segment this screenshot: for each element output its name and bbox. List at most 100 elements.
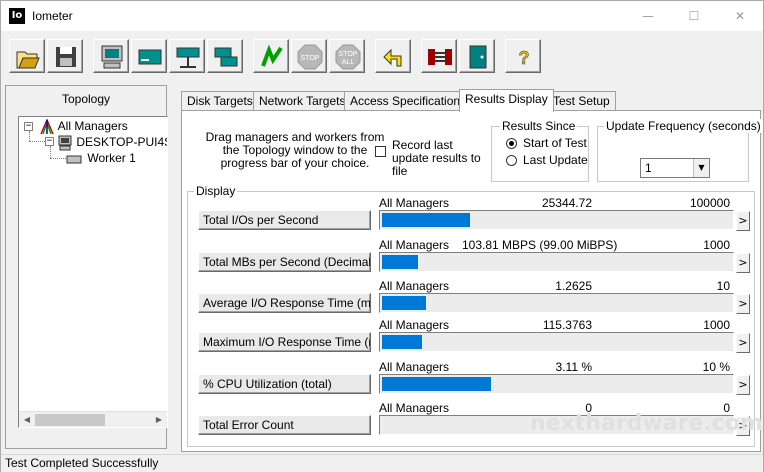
metric-progress-bar[interactable] [379, 332, 734, 352]
metric-progress-bar[interactable] [379, 252, 734, 272]
tab-disk-targets[interactable]: Disk Targets [181, 91, 259, 111]
stop-sign-icon: STOP [297, 44, 323, 70]
managers-icon [40, 117, 54, 135]
disconnect-icon [428, 49, 452, 65]
tab-test-setup[interactable]: Test Setup [547, 91, 616, 111]
minimize-button[interactable]: — [625, 1, 671, 31]
tab-results-display[interactable]: Results Display [459, 89, 554, 112]
update-frequency-title: Update Frequency (seconds) [604, 119, 763, 133]
metric-value: 3.11 % [555, 360, 592, 374]
tree-item-label: All Managers [57, 119, 128, 133]
stop-all-button[interactable]: STOP ALL [329, 39, 365, 73]
tree-item-manager[interactable]: DESKTOP-PUI4SC [57, 134, 167, 151]
metric-progress-bar[interactable] [379, 293, 734, 313]
metric-expand-button[interactable]: > [736, 333, 750, 353]
folder-open-icon [16, 51, 40, 69]
scroll-thumb[interactable] [35, 414, 105, 426]
metric-progress-fill [382, 377, 491, 391]
topology-horizontal-scrollbar[interactable]: ◀ ▶ [19, 411, 167, 427]
last-update-radio[interactable] [506, 155, 517, 166]
metric-source-label: All Managers [379, 196, 450, 210]
chevron-down-icon[interactable]: ▼ [693, 159, 709, 177]
scroll-left-icon[interactable]: ◀ [19, 412, 35, 427]
window-title: Iometer [32, 9, 73, 23]
quit-button[interactable] [459, 39, 495, 73]
metric-expand-button[interactable]: > [736, 294, 750, 314]
tree-collapse-toggle[interactable]: − [45, 137, 54, 146]
new-network-worker-button[interactable] [169, 39, 205, 73]
display-title: Display [194, 184, 238, 198]
maximize-button[interactable]: ☐ [671, 1, 717, 31]
about-button[interactable]: ? [505, 39, 541, 73]
reset-workers-button[interactable] [375, 39, 411, 73]
svg-text:STOP: STOP [301, 55, 320, 62]
new-disk-worker-button[interactable] [131, 39, 167, 73]
update-frequency-select[interactable]: 1 ▼ [640, 158, 710, 178]
disk-drive-icon [138, 49, 162, 65]
status-bar: Test Completed Successfully [1, 454, 763, 472]
svg-text:ALL: ALL [342, 59, 355, 66]
metric-value: 115.3763 [542, 318, 592, 332]
close-button[interactable]: ✕ [717, 1, 763, 31]
metric-progress-fill [382, 335, 422, 349]
tab-network-targets[interactable]: Network Targets [253, 91, 352, 111]
duplicate-worker-button[interactable] [207, 39, 243, 73]
metric-max: 10 % [702, 360, 730, 374]
drag-instructions: Drag managers and workers from the Topol… [205, 130, 385, 170]
exit-button[interactable] [421, 39, 457, 73]
start-tests-button[interactable] [253, 39, 289, 73]
metric-select-button[interactable]: Total Error Count [198, 415, 371, 435]
update-frequency-group: Update Frequency (seconds) 1 ▼ [597, 119, 763, 182]
manager-computer-icon [58, 135, 72, 151]
topology-panel: Topology − All Managers − DESKTOP-PUI4SC… [5, 85, 168, 449]
metric-source-label: All Managers [379, 318, 450, 332]
metric-value: 103.81 MBPS (99.00 MiBPS) [462, 238, 618, 252]
open-config-button[interactable] [9, 39, 45, 73]
metric-progress-bar[interactable] [379, 374, 734, 394]
results-since-title: Results Since [500, 119, 578, 133]
topology-tree[interactable]: − All Managers − DESKTOP-PUI4SC Worker 1… [18, 116, 168, 428]
metric-source-label: All Managers [379, 360, 450, 374]
metric-select-button[interactable]: Maximum I/O Response Time (ms) [198, 332, 371, 352]
tab-access-specifications[interactable]: Access Specifications [344, 91, 473, 111]
metric-select-button[interactable]: Total MBs per Second (Decimal) [198, 252, 371, 272]
update-frequency-value: 1 [645, 161, 652, 175]
help-question-icon: ? [518, 48, 530, 69]
metric-max: 1000 [703, 238, 730, 252]
metric-progress-bar[interactable] [379, 210, 734, 230]
new-worker-button[interactable] [93, 39, 129, 73]
metric-expand-button[interactable]: > [736, 253, 750, 273]
metric-select-button[interactable]: Total I/Os per Second [198, 210, 371, 230]
metric-select-button[interactable]: Average I/O Response Time (ms) [198, 293, 371, 313]
tree-item-all-managers[interactable]: All Managers [39, 117, 128, 135]
metric-source-label: All Managers [379, 238, 450, 252]
tree-item-label: DESKTOP-PUI4SC [76, 135, 167, 149]
reset-arrow-icon [383, 48, 402, 67]
computer-icon [101, 45, 123, 69]
svg-text:STOP: STOP [339, 51, 358, 58]
metric-max: 100000 [689, 196, 730, 210]
start-of-test-radio[interactable] [506, 138, 517, 149]
metric-source-label: All Managers [379, 401, 450, 415]
tree-item-worker[interactable]: Worker 1 [66, 150, 138, 166]
metric-expand-button[interactable]: > [736, 375, 750, 395]
metric-expand-button[interactable]: > [736, 211, 750, 231]
stop-all-sign-icon: STOPALL [335, 44, 361, 70]
title-bar: Io Iometer — ☐ ✕ [1, 1, 763, 31]
iometer-app-icon: Io [9, 8, 25, 24]
metric-source-label: All Managers [379, 279, 450, 293]
topology-title: Topology [61, 92, 111, 106]
metric-progress-fill [382, 213, 470, 227]
metric-select-button[interactable]: % CPU Utilization (total) [198, 374, 371, 394]
last-update-label: Last Update [523, 153, 588, 167]
save-config-button[interactable] [47, 39, 83, 73]
door-icon [469, 45, 487, 69]
stop-button[interactable]: STOP [291, 39, 327, 73]
toolbar: STOP STOP ALL ? [1, 35, 763, 77]
start-of-test-label: Start of Test [523, 136, 587, 150]
record-results-checkbox[interactable] [375, 146, 386, 157]
scroll-right-icon[interactable]: ▶ [151, 412, 167, 427]
watermark: nexthardware.com [530, 411, 763, 436]
tree-collapse-toggle[interactable]: − [24, 122, 33, 131]
floppy-disk-icon [56, 47, 76, 67]
